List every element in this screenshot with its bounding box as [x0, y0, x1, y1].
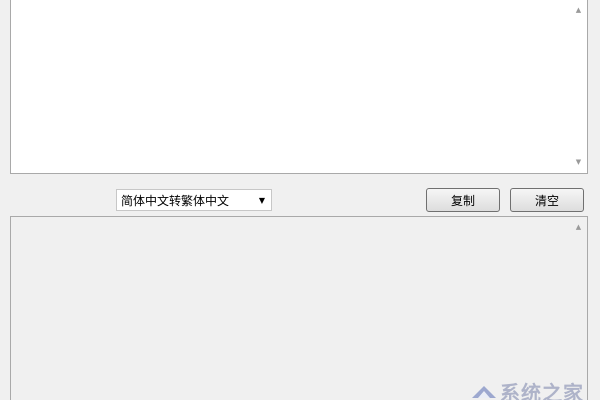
copy-button[interactable]: 复制: [426, 188, 500, 212]
converter-window: ▲ ▼ 简体中文转繁体中文 ▼ 复制 清空 ▲ 系统之家: [0, 0, 600, 400]
input-scrollbar[interactable]: ▲ ▼: [570, 0, 587, 173]
scroll-up-icon[interactable]: ▲: [570, 2, 587, 19]
output-textarea[interactable]: ▲: [10, 216, 588, 400]
input-textarea[interactable]: ▲ ▼: [10, 0, 588, 174]
conversion-mode-select[interactable]: 简体中文转繁体中文 ▼: [116, 189, 272, 211]
watermark-text: 系统之家: [500, 381, 584, 400]
toolbar: 简体中文转繁体中文 ▼ 复制 清空: [10, 174, 588, 216]
watermark-logo: 系统之家: [470, 374, 600, 400]
scroll-up-icon[interactable]: ▲: [570, 219, 587, 236]
clear-button[interactable]: 清空: [510, 188, 584, 212]
house-logo-icon: [472, 386, 496, 398]
scroll-down-icon[interactable]: ▼: [570, 154, 587, 171]
dropdown-arrow-icon[interactable]: ▼: [253, 190, 271, 210]
conversion-mode-value: 简体中文转繁体中文: [121, 193, 230, 208]
output-scrollbar[interactable]: ▲: [570, 217, 587, 400]
